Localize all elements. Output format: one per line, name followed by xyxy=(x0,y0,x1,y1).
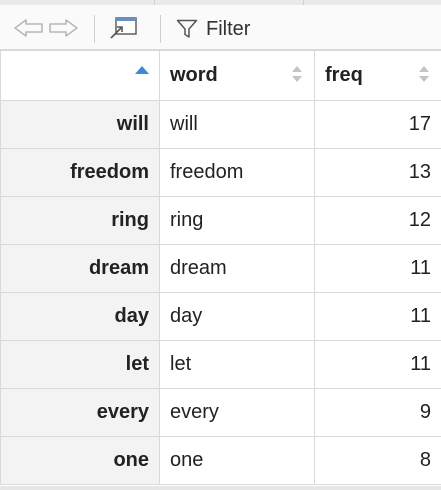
word-cell: day xyxy=(159,292,315,341)
freq-column-header[interactable]: freq xyxy=(314,50,441,101)
table-row[interactable]: one one 8 xyxy=(0,436,441,485)
word-cell: one xyxy=(159,436,315,485)
freq-cell: 11 xyxy=(314,340,441,389)
filter-button[interactable]: Filter xyxy=(176,17,250,41)
sort-ascending-icon xyxy=(135,66,149,74)
row-name-cell: let xyxy=(0,340,160,389)
word-cell: let xyxy=(159,340,315,389)
freq-cell: 8 xyxy=(314,436,441,485)
freq-cell: 12 xyxy=(314,196,441,245)
word-column-header[interactable]: word xyxy=(159,50,315,101)
table-row[interactable]: will will 17 xyxy=(0,100,441,149)
table-row[interactable]: day day 11 xyxy=(0,292,441,341)
pop-out-window-icon xyxy=(110,17,137,39)
table-row[interactable]: ring ring 12 xyxy=(0,196,441,245)
data-viewer: Filter word freq will will 17 freedom fr… xyxy=(0,0,441,490)
freq-cell: 11 xyxy=(314,292,441,341)
row-name-cell: every xyxy=(0,388,160,437)
forward-arrow-icon xyxy=(49,19,78,37)
row-name-cell: will xyxy=(0,100,160,149)
toolbar-separator xyxy=(94,15,95,43)
table-row[interactable]: every every 9 xyxy=(0,388,441,437)
freq-cell: 17 xyxy=(314,100,441,149)
word-cell: every xyxy=(159,388,315,437)
filter-funnel-icon xyxy=(176,19,198,38)
row-name-cell: day xyxy=(0,292,160,341)
freq-cell: 9 xyxy=(314,388,441,437)
pop-out-button[interactable] xyxy=(106,17,140,39)
forward-button[interactable] xyxy=(46,17,80,39)
word-cell: ring xyxy=(159,196,315,245)
data-table: word freq will will 17 freedom freedom 1… xyxy=(0,50,441,485)
row-name-cell: ring xyxy=(0,196,160,245)
rowname-column-header[interactable] xyxy=(0,50,160,101)
table-row[interactable]: let let 11 xyxy=(0,340,441,389)
back-button[interactable] xyxy=(12,17,46,39)
table-row[interactable]: dream dream 11 xyxy=(0,244,441,293)
sort-toggle-icon xyxy=(419,66,429,82)
freq-cell: 11 xyxy=(314,244,441,293)
horizontal-scrollbar[interactable] xyxy=(0,486,441,490)
back-arrow-icon xyxy=(14,19,43,37)
table-row[interactable]: freedom freedom 13 xyxy=(0,148,441,197)
toolbar-separator xyxy=(160,15,161,43)
freq-cell: 13 xyxy=(314,148,441,197)
word-cell: freedom xyxy=(159,148,315,197)
word-column-label: word xyxy=(170,64,218,86)
row-name-cell: one xyxy=(0,436,160,485)
sort-toggle-icon xyxy=(292,66,302,82)
filter-label: Filter xyxy=(206,17,251,40)
viewer-toolbar: Filter xyxy=(0,5,441,50)
word-cell: will xyxy=(159,100,315,149)
header-row: word freq xyxy=(0,50,441,101)
freq-column-label: freq xyxy=(325,64,363,86)
row-name-cell: freedom xyxy=(0,148,160,197)
row-name-cell: dream xyxy=(0,244,160,293)
word-cell: dream xyxy=(159,244,315,293)
